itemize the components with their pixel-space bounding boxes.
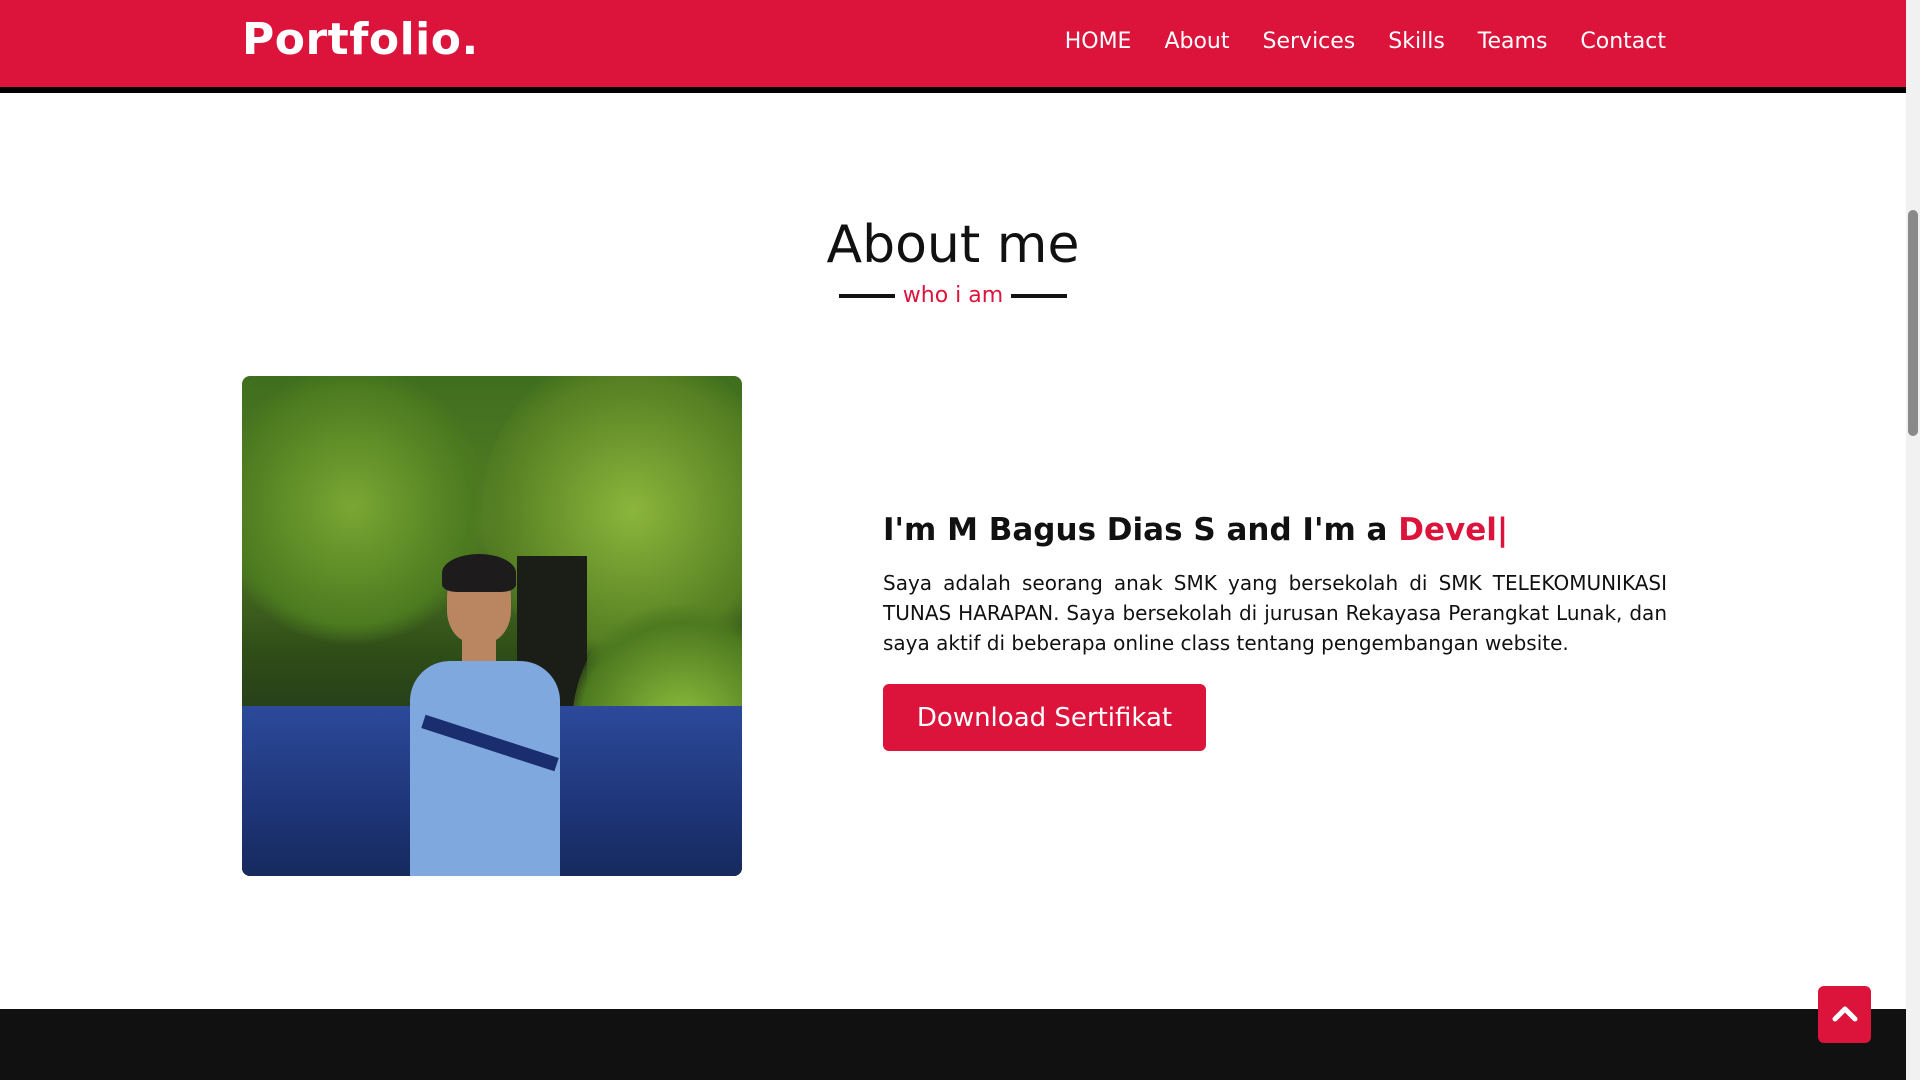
download-certificate-button[interactable]: Download Sertifikat [883,684,1206,751]
navbar: Portfolio. HOME About Services Skills Te… [0,0,1906,93]
photo-person-hair [442,554,516,592]
section-title: About me [826,215,1080,275]
photo-person-body [410,661,560,876]
subtitle-line-right [1011,293,1068,298]
nav-item-services[interactable]: Services [1263,29,1356,54]
nav-item-skills[interactable]: Skills [1388,29,1445,54]
nav-item-contact[interactable]: Contact [1580,29,1666,54]
scroll-to-top-button[interactable] [1818,986,1871,1043]
about-description: Saya adalah seorang anak SMK yang bersek… [883,571,1667,655]
intro-typed-text: Devel| [1398,512,1509,548]
profile-photo [242,376,742,876]
scrollbar-track[interactable] [1906,0,1920,1080]
nav-menu: HOME About Services Skills Teams Contact [1032,29,1666,54]
chevron-up-icon [1832,1004,1858,1025]
intro-heading: I'm M Bagus Dias S and I'm a Devel| [883,512,1508,548]
footer-section [0,1009,1906,1080]
photo-foliage [242,376,482,656]
section-subtitle: who i am [0,283,1906,308]
nav-item-teams[interactable]: Teams [1478,29,1548,54]
subtitle-line-left [838,293,895,298]
scrollbar-thumb[interactable] [1908,210,1918,436]
nav-item-about[interactable]: About [1164,29,1229,54]
logo[interactable]: Portfolio. [242,14,479,65]
intro-prefix: I'm M Bagus Dias S and I'm a [883,512,1399,548]
nav-item-home[interactable]: HOME [1065,29,1132,54]
subtitle-text: who i am [902,283,1004,308]
